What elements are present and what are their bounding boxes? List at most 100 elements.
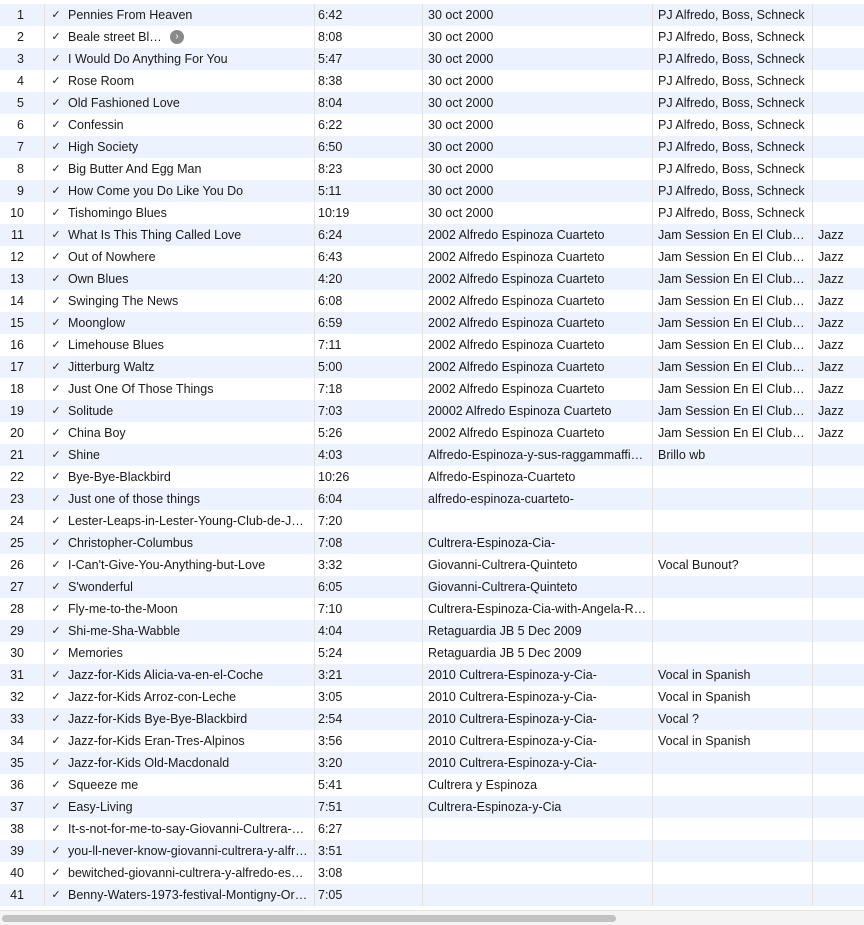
table-row[interactable]: 31 ✓ Jazz-for-Kids Alicia-va-en-el-Coche 3:… [0,664,864,686]
table-row[interactable]: 37 ✓ Easy-Living 7:51 Cultrera-Espinoza-y-Ci… [0,796,864,818]
column-divider [812,862,813,884]
table-row[interactable]: 15 ✓ Moonglow 6:59 2002 Alfredo Espinoza Cua… [0,312,864,334]
table-row[interactable]: 17 ✓ Jitterburg Waltz 5:00 2002 Alfredo Espi… [0,356,864,378]
track-checkbox[interactable]: ✓ [50,158,62,180]
track-checkbox[interactable]: ✓ [50,92,62,114]
table-row[interactable]: 26 ✓ I-Can't-Give-You-Anything-but-Love 3:3… [0,554,864,576]
table-row[interactable]: 16 ✓ Limehouse Blues 7:11 2002 Alfredo Espin… [0,334,864,356]
track-checkbox[interactable]: ✓ [50,642,62,664]
table-row[interactable]: 12 ✓ Out of Nowhere 6:43 2002 Alfredo Espino… [0,246,864,268]
table-row[interactable]: 11 ✓ What Is This Thing Called Love 6:24 200… [0,224,864,246]
table-row[interactable]: 21 ✓ Shine 4:03 Alfredo-Espinoza-y-sus-ragga… [0,444,864,466]
table-row[interactable]: 7 ✓ High Society 6:50 30 oct 2000 PJ Alfredo,… [0,136,864,158]
table-row[interactable]: 28 ✓ Fly-me-to-the-Moon 7:10 Cultrera-Espino… [0,598,864,620]
table-row[interactable]: 38 ✓ It-s-not-for-me-to-say-Giovanni-Cultr… [0,818,864,840]
track-checkbox[interactable]: ✓ [50,576,62,598]
track-checkbox[interactable]: ✓ [50,334,62,356]
track-checkbox[interactable]: ✓ [50,422,62,444]
column-divider [44,818,45,840]
track-checkbox[interactable]: ✓ [50,4,62,26]
track-checkbox[interactable]: ✓ [50,114,62,136]
table-row[interactable]: 2 ✓ Beale street Blues 8:08 30 oct 2000 PJ Al… [0,26,864,48]
track-checkbox[interactable]: ✓ [50,356,62,378]
track-checkbox[interactable]: ✓ [50,444,62,466]
column-divider [422,202,423,224]
track-checkbox[interactable]: ✓ [50,730,62,752]
track-checkbox[interactable]: ✓ [50,664,62,686]
table-row[interactable]: 40 ✓ bewitched-giovanni-cultrera-y-alfredo… [0,862,864,884]
column-divider [812,356,813,378]
column-divider [314,334,315,356]
track-checkbox[interactable]: ✓ [50,862,62,884]
track-time: 5:47 [318,52,343,66]
track-checkbox[interactable]: ✓ [50,26,62,48]
track-checkbox[interactable]: ✓ [50,554,62,576]
track-checkbox[interactable]: ✓ [50,708,62,730]
table-row[interactable]: 19 ✓ Solitude 7:03 20002 Alfredo Espinoza Cu… [0,400,864,422]
track-checkbox[interactable]: ✓ [50,840,62,862]
table-row[interactable]: 13 ✓ Own Blues 4:20 2002 Alfredo Espinoza Cu… [0,268,864,290]
track-checkbox[interactable]: ✓ [50,48,62,70]
table-row[interactable]: 39 ✓ you-ll-never-know-giovanni-cultrera-y… [0,840,864,862]
track-checkbox[interactable]: ✓ [50,796,62,818]
table-row[interactable]: 3 ✓ I Would Do Anything For You 5:47 30 oct … [0,48,864,70]
track-number: 29 [10,624,24,638]
track-genre [818,158,862,180]
track-checkbox[interactable]: ✓ [50,290,62,312]
horizontal-scrollbar[interactable] [0,910,864,925]
track-checkbox[interactable]: ✓ [50,246,62,268]
table-row[interactable]: 36 ✓ Squeeze me 5:41 Cultrera y Espinoza [0,774,864,796]
table-row[interactable]: 29 ✓ Shi-me-Sha-Wabble 4:04 Retaguardia JB 5… [0,620,864,642]
table-row[interactable]: 1 ✓ Pennies From Heaven 6:42 30 oct 2000 PJ A… [0,4,864,26]
track-checkbox[interactable]: ✓ [50,312,62,334]
track-checkbox[interactable]: ✓ [50,510,62,532]
table-row[interactable]: 23 ✓ Just one of those things 6:04 alfredo-e… [0,488,864,510]
track-checkbox[interactable]: ✓ [50,466,62,488]
table-row[interactable]: 8 ✓ Big Butter And Egg Man 8:23 30 oct 2000 P… [0,158,864,180]
track-checkbox[interactable]: ✓ [50,752,62,774]
track-checkbox[interactable]: ✓ [50,620,62,642]
track-checkbox[interactable]: ✓ [50,598,62,620]
table-row[interactable]: 14 ✓ Swinging The News 6:08 2002 Alfredo Esp… [0,290,864,312]
track-checkbox[interactable]: ✓ [50,884,62,906]
chevron-right-circle-icon[interactable]: › [170,30,184,44]
scrollbar-thumb[interactable] [2,915,616,922]
table-row[interactable]: 4 ✓ Rose Room 8:38 30 oct 2000 PJ Alfredo, Bo… [0,70,864,92]
column-divider [652,620,653,642]
column-divider [44,48,45,70]
table-row[interactable]: 41 ✓ Benny-Waters-1973-festival-Montigny-O… [0,884,864,906]
track-time: 5:26 [318,426,343,440]
track-checkbox[interactable]: ✓ [50,268,62,290]
table-row[interactable]: 22 ✓ Bye-Bye-Blackbird 10:26 Alfredo-Espinoz… [0,466,864,488]
track-album: 2010 Cultrera-Espinoza-y-Cia- [428,712,597,726]
table-row[interactable]: 32 ✓ Jazz-for-Kids Arroz-con-Leche 3:05 2010… [0,686,864,708]
table-row[interactable]: 5 ✓ Old Fashioned Love 8:04 30 oct 2000 PJ Al… [0,92,864,114]
table-row[interactable]: 33 ✓ Jazz-for-Kids Bye-Bye-Blackbird 2:54 20… [0,708,864,730]
track-checkbox[interactable]: ✓ [50,136,62,158]
track-checkbox[interactable]: ✓ [50,818,62,840]
track-checkbox[interactable]: ✓ [50,378,62,400]
table-row[interactable]: 25 ✓ Christopher-Columbus 7:08 Cultrera-Espi… [0,532,864,554]
track-checkbox[interactable]: ✓ [50,774,62,796]
column-divider [314,4,315,26]
track-checkbox[interactable]: ✓ [50,70,62,92]
track-checkbox[interactable]: ✓ [50,686,62,708]
table-row[interactable]: 6 ✓ Confessin 6:22 30 oct 2000 PJ Alfredo, Bo… [0,114,864,136]
table-row[interactable]: 20 ✓ China Boy 5:26 2002 Alfredo Espinoza Cu… [0,422,864,444]
track-checkbox[interactable]: ✓ [50,488,62,510]
track-checkbox[interactable]: ✓ [50,532,62,554]
table-row[interactable]: 18 ✓ Just One Of Those Things 7:18 2002 Alfr… [0,378,864,400]
track-checkbox[interactable]: ✓ [50,224,62,246]
track-checkbox[interactable]: ✓ [50,202,62,224]
table-row[interactable]: 9 ✓ How Come you Do Like You Do 5:11 30 oct … [0,180,864,202]
track-number: 34 [10,734,24,748]
table-row[interactable]: 10 ✓ Tishomingo Blues 10:19 30 oct 2000 PJ Al… [0,202,864,224]
track-checkbox[interactable]: ✓ [50,180,62,202]
table-row[interactable]: 34 ✓ Jazz-for-Kids Eran-Tres-Alpinos 3:56 20… [0,730,864,752]
column-divider [422,884,423,906]
track-checkbox[interactable]: ✓ [50,400,62,422]
table-row[interactable]: 24 ✓ Lester-Leaps-in-Lester-Young-Club-de-… [0,510,864,532]
table-row[interactable]: 30 ✓ Memories 5:24 Retaguardia JB 5 Dec 2009 [0,642,864,664]
table-row[interactable]: 35 ✓ Jazz-for-Kids Old-Macdonald 3:20 2010 C… [0,752,864,774]
table-row[interactable]: 27 ✓ S'wonderful 6:05 Giovanni-Cultrera-Quin… [0,576,864,598]
